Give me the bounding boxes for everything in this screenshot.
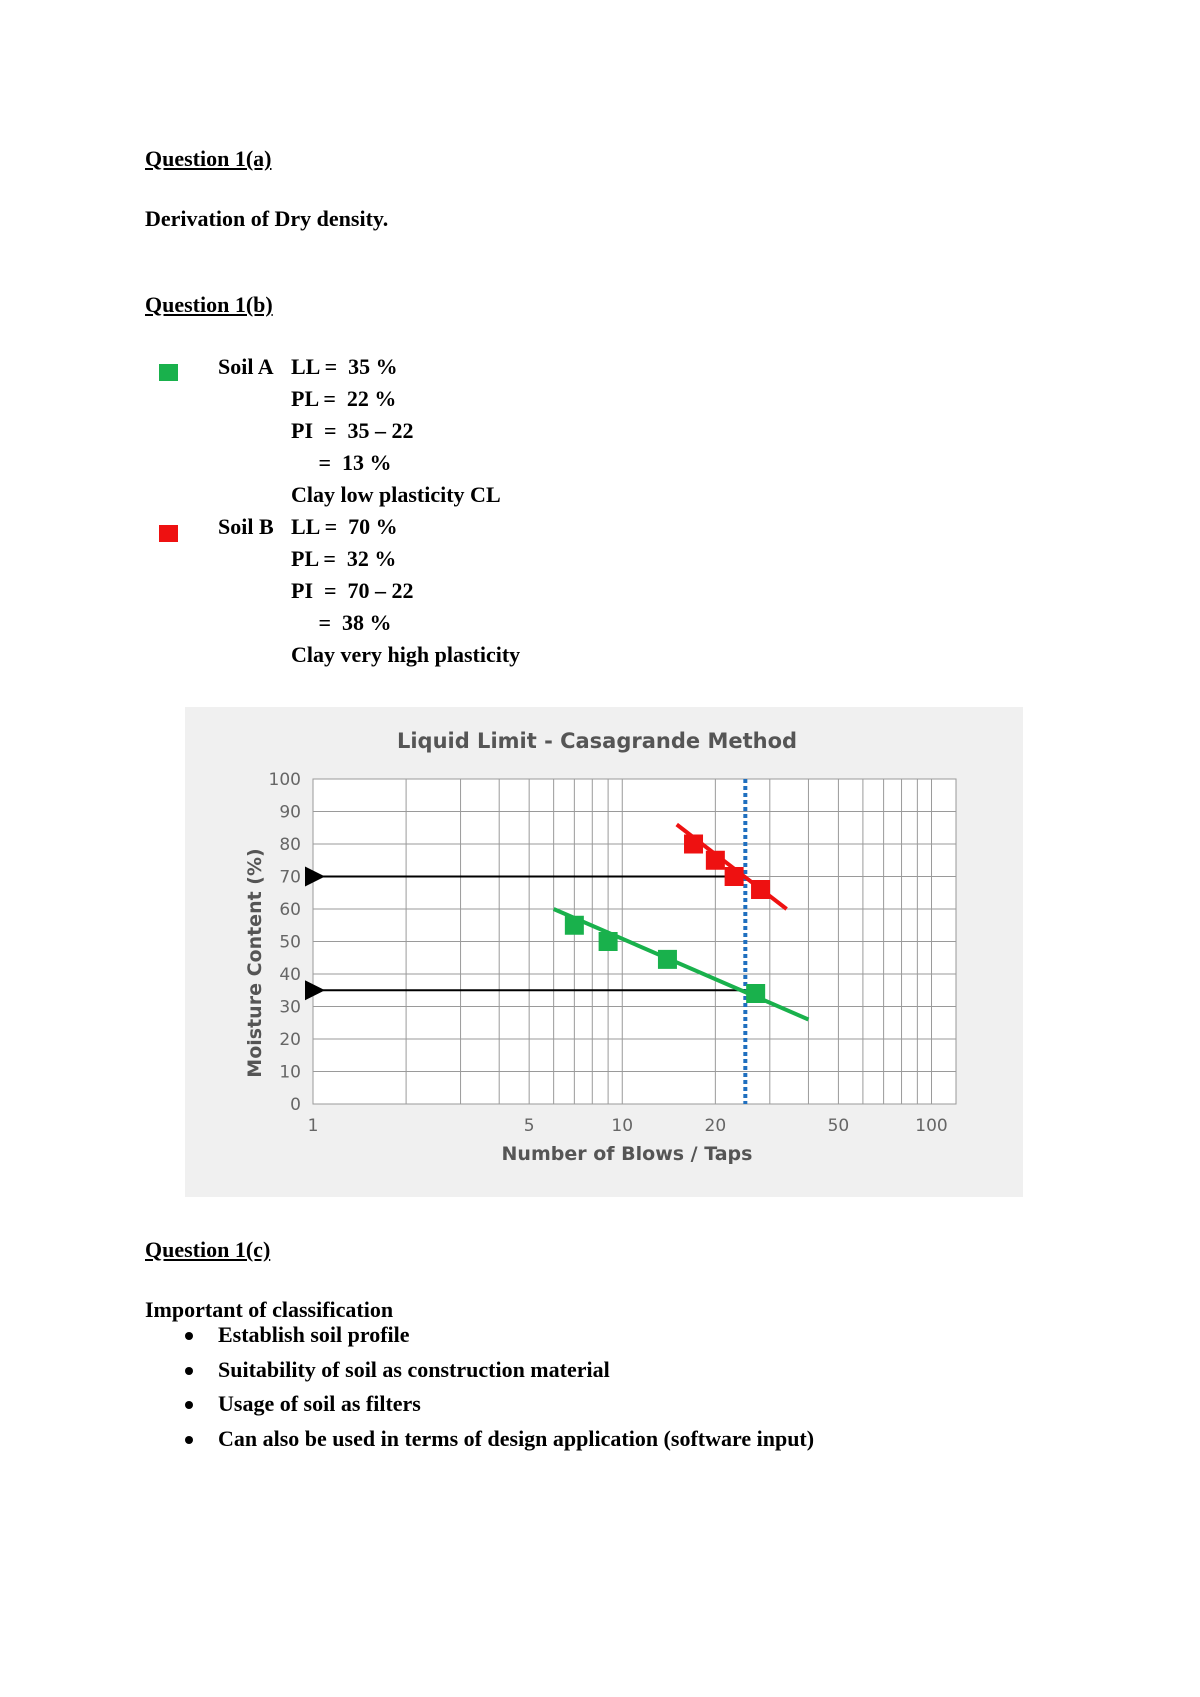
- y-tick-label: 10: [279, 1063, 301, 1083]
- y-tick-label: 20: [279, 1030, 301, 1050]
- soil-a-pi: PI = 35 – 22: [291, 418, 414, 443]
- soil-b-name: Soil B: [218, 514, 274, 539]
- soil-a-data-point: [746, 984, 766, 1003]
- soil-b-pi: PI = 70 – 22: [291, 578, 414, 603]
- soil-b-pi-result: = 38 %: [291, 610, 392, 635]
- bullet-text: Suitability of soil as construction mate…: [218, 1356, 610, 1382]
- y-tick-label: 0: [290, 1095, 301, 1115]
- soil-a-name: Soil A: [218, 354, 274, 379]
- soil-a-ll: LL = 35 %: [291, 354, 398, 379]
- soil-a-classification: Clay low plasticity CL: [291, 482, 501, 507]
- soil-b-data-point: [724, 867, 744, 886]
- soil-b-pl: PL = 32 %: [291, 546, 397, 571]
- y-tick-label: 60: [279, 900, 301, 920]
- soil-a-data-point: [598, 932, 618, 951]
- soil-b-data-point: [705, 850, 725, 870]
- bullet-text: Can also be used in terms of design appl…: [218, 1425, 815, 1451]
- soil-a-data-point: [657, 949, 677, 969]
- x-tick-label: 5: [524, 1116, 535, 1136]
- classification-bullet-list: Establish soil profile Suitability of so…: [145, 1322, 814, 1460]
- chart-svg: Liquid Limit - Casagrande Method Number …: [244, 729, 957, 1165]
- bullet-item: Suitability of soil as construction mate…: [145, 1357, 814, 1392]
- bullet-text: Usage of soil as filters: [218, 1391, 421, 1416]
- soil-a-pl: PL = 22 %: [291, 386, 397, 411]
- x-tick-label: 20: [705, 1116, 727, 1136]
- bullet-icon: [185, 1366, 193, 1375]
- bullet-icon: [185, 1435, 193, 1444]
- soil-b-data-point: [751, 880, 771, 899]
- soil-b-data-point: [684, 834, 704, 854]
- soil-a-pi-result: = 13 %: [291, 450, 392, 475]
- bullet-text: Establish soil profile: [218, 1322, 410, 1347]
- soil-b-legend-swatch: [159, 525, 178, 542]
- grid-layer: [312, 778, 957, 1105]
- bullet-icon: [185, 1332, 193, 1340]
- q1a-text: Derivation of Dry density.: [145, 206, 389, 231]
- x-tick-label: 100: [915, 1116, 947, 1136]
- q1b-heading: Question 1(b): [145, 292, 273, 317]
- y-tick-label: 70: [279, 868, 301, 888]
- soil-b-classification: Clay very high plasticity: [291, 642, 521, 667]
- q1c-heading: Question 1(c): [145, 1237, 271, 1262]
- y-tick-label: 80: [279, 835, 301, 855]
- y-tick-label: 50: [279, 933, 301, 953]
- chart-title: Liquid Limit - Casagrande Method: [397, 729, 797, 753]
- y-tick-label: 30: [279, 998, 301, 1018]
- x-tick-label: 1: [308, 1116, 319, 1136]
- bullet-item: Establish soil profile: [145, 1322, 814, 1357]
- chart-x-axis-label: Number of Blows / Taps: [502, 1143, 753, 1165]
- bullet-icon: [185, 1401, 193, 1409]
- x-tick-label: 50: [828, 1116, 850, 1136]
- soil-b-ll: LL = 70 %: [291, 514, 398, 539]
- soil-a-data-point: [564, 915, 584, 935]
- soil-a-legend-swatch: [159, 364, 178, 381]
- bullet-item: Usage of soil as filters: [145, 1391, 814, 1426]
- q1a-heading: Question 1(a): [145, 146, 272, 171]
- q1c-intro: Important of classification: [145, 1297, 394, 1322]
- y-tick-label: 90: [279, 803, 301, 823]
- y-tick-label: 40: [279, 965, 301, 985]
- chart-y-axis-label: Moisture Content (%): [244, 848, 266, 1077]
- bullet-item: Can also be used in terms of design appl…: [145, 1426, 814, 1461]
- y-tick-label: 100: [269, 770, 301, 790]
- x-tick-label: 10: [611, 1116, 633, 1136]
- liquid-limit-chart: Liquid Limit - Casagrande Method Number …: [185, 707, 1023, 1197]
